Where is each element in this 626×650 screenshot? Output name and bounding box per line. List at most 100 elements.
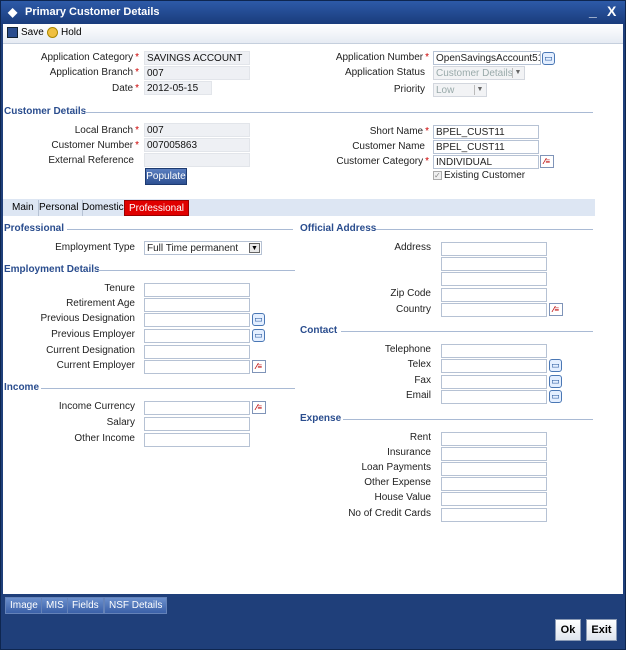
list-of-values-icon[interactable]: ⁄≡ xyxy=(252,360,266,373)
expense-title: Expense xyxy=(300,413,342,424)
tab-professional[interactable]: Professional xyxy=(124,200,190,216)
country-input[interactable] xyxy=(441,303,547,317)
hold-button[interactable]: Hold xyxy=(47,27,82,38)
chat-bubble-icon[interactable]: ▭ xyxy=(549,359,562,372)
customer-number-field[interactable]: 007005863 xyxy=(144,138,250,152)
chevron-down-icon: ▼ xyxy=(474,85,485,95)
list-of-values-icon[interactable]: ⁄≡ xyxy=(252,401,266,414)
fields-button[interactable]: Fields xyxy=(67,597,104,614)
tab-bar: Main Personal Domestic Professional xyxy=(3,199,595,216)
current-designation-label: Current Designation xyxy=(46,345,135,356)
retirement-age-input[interactable] xyxy=(144,298,250,312)
nsf-details-button[interactable]: NSF Details xyxy=(104,597,168,614)
divider xyxy=(85,112,593,113)
chat-bubble-icon[interactable]: ▭ xyxy=(542,52,555,65)
close-button[interactable]: X xyxy=(607,3,616,19)
previous-designation-input[interactable] xyxy=(144,313,250,327)
toolbar: Save Hold xyxy=(3,24,623,44)
divider xyxy=(41,388,295,389)
save-icon xyxy=(7,27,18,38)
insurance-input[interactable] xyxy=(441,447,547,461)
telephone-input[interactable] xyxy=(441,344,547,358)
fax-input[interactable] xyxy=(441,375,547,389)
customer-name-field[interactable]: BPEL_CUST11 xyxy=(433,140,539,154)
mis-button[interactable]: MIS xyxy=(41,597,69,614)
application-status-select[interactable]: Customer Details ▼ xyxy=(433,66,525,80)
customer-name-label: Customer Name xyxy=(352,141,425,152)
credit-cards-input[interactable] xyxy=(441,508,547,522)
checkbox-icon: ✓ xyxy=(433,170,442,180)
house-value-input[interactable] xyxy=(441,492,547,506)
address-line2-input[interactable] xyxy=(441,257,547,271)
priority-label: Priority xyxy=(393,84,425,95)
application-branch-field[interactable]: 007 xyxy=(144,66,250,80)
previous-employer-input[interactable] xyxy=(144,329,250,343)
loan-payments-input[interactable] xyxy=(441,462,547,476)
image-button[interactable]: Image xyxy=(5,597,43,614)
short-name-field[interactable]: BPEL_CUST11 xyxy=(433,125,539,139)
chat-bubble-icon[interactable]: ▭ xyxy=(252,313,265,326)
existing-customer-checkbox[interactable]: ✓ Existing Customer xyxy=(433,170,525,181)
date-field[interactable]: 2012-05-15 xyxy=(144,81,212,95)
chat-bubble-icon[interactable]: ▭ xyxy=(252,329,265,342)
customer-category-label: Customer Category * xyxy=(336,156,429,167)
chat-bubble-icon[interactable]: ▭ xyxy=(549,390,562,403)
application-category-label: Application Category * xyxy=(40,52,139,63)
rent-label: Rent xyxy=(409,432,431,443)
minimize-button[interactable]: _ xyxy=(589,3,597,19)
tab-domestic[interactable]: Domestic xyxy=(78,200,129,216)
address-line1-input[interactable] xyxy=(441,242,547,256)
window: ◆ Primary Customer Details _ X Save Hold… xyxy=(0,0,626,650)
income-currency-input[interactable] xyxy=(144,401,250,415)
divider xyxy=(67,229,293,230)
ok-button[interactable]: Ok xyxy=(555,619,581,641)
application-branch-label: Application Branch * xyxy=(49,67,139,78)
retirement-age-label: Retirement Age xyxy=(66,298,135,309)
other-income-input[interactable] xyxy=(144,433,250,447)
previous-employer-label: Previous Employer xyxy=(51,329,135,340)
tenure-label: Tenure xyxy=(104,283,135,294)
customer-number-label: Customer Number * xyxy=(51,140,139,151)
tenure-input[interactable] xyxy=(144,283,250,297)
save-button[interactable]: Save xyxy=(7,27,44,38)
list-of-values-icon[interactable]: ⁄≡ xyxy=(540,155,554,168)
rent-input[interactable] xyxy=(441,432,547,446)
email-label: Email xyxy=(405,390,431,401)
title-bar: ◆ Primary Customer Details _ X xyxy=(1,1,625,24)
other-expense-input[interactable] xyxy=(441,477,547,491)
address-line3-input[interactable] xyxy=(441,272,547,286)
customer-category-field[interactable]: INDIVIDUAL xyxy=(433,155,539,169)
date-label: Date * xyxy=(111,83,139,94)
income-title: Income xyxy=(4,382,40,393)
email-input[interactable] xyxy=(441,390,547,404)
populate-button[interactable]: Populate xyxy=(145,168,187,185)
employment-type-select[interactable]: Full Time permanent ▼ xyxy=(144,241,262,255)
priority-select[interactable]: Low ▼ xyxy=(433,83,487,97)
local-branch-field[interactable]: 007 xyxy=(144,123,250,137)
loan-payments-label: Loan Payments xyxy=(361,462,432,473)
current-employer-input[interactable] xyxy=(144,360,250,374)
application-status-label: Application Status xyxy=(344,67,425,78)
application-category-field[interactable]: SAVINGS ACCOUNT xyxy=(144,51,250,65)
divider xyxy=(343,419,593,420)
tab-personal[interactable]: Personal xyxy=(35,200,84,216)
external-reference-label: External Reference xyxy=(48,155,134,166)
insurance-label: Insurance xyxy=(387,447,431,458)
salary-input[interactable] xyxy=(144,417,250,431)
current-designation-input[interactable] xyxy=(144,345,250,359)
chat-bubble-icon[interactable]: ▭ xyxy=(549,375,562,388)
zip-code-input[interactable] xyxy=(441,288,547,302)
external-reference-field[interactable] xyxy=(144,153,250,167)
contact-title: Contact xyxy=(300,325,338,336)
country-label: Country xyxy=(395,304,431,315)
house-value-label: House Value xyxy=(374,492,431,503)
list-of-values-icon[interactable]: ⁄≡ xyxy=(549,303,563,316)
diamond-icon: ◆ xyxy=(8,5,18,19)
application-number-label: Application Number * xyxy=(335,52,429,63)
income-currency-label: Income Currency xyxy=(58,401,135,412)
exit-button[interactable]: Exit xyxy=(586,619,617,641)
application-number-field[interactable]: OpenSavingsAccount519 xyxy=(433,51,541,65)
zip-code-label: Zip Code xyxy=(390,288,431,299)
telex-input[interactable] xyxy=(441,359,547,373)
hand-icon xyxy=(47,27,58,38)
